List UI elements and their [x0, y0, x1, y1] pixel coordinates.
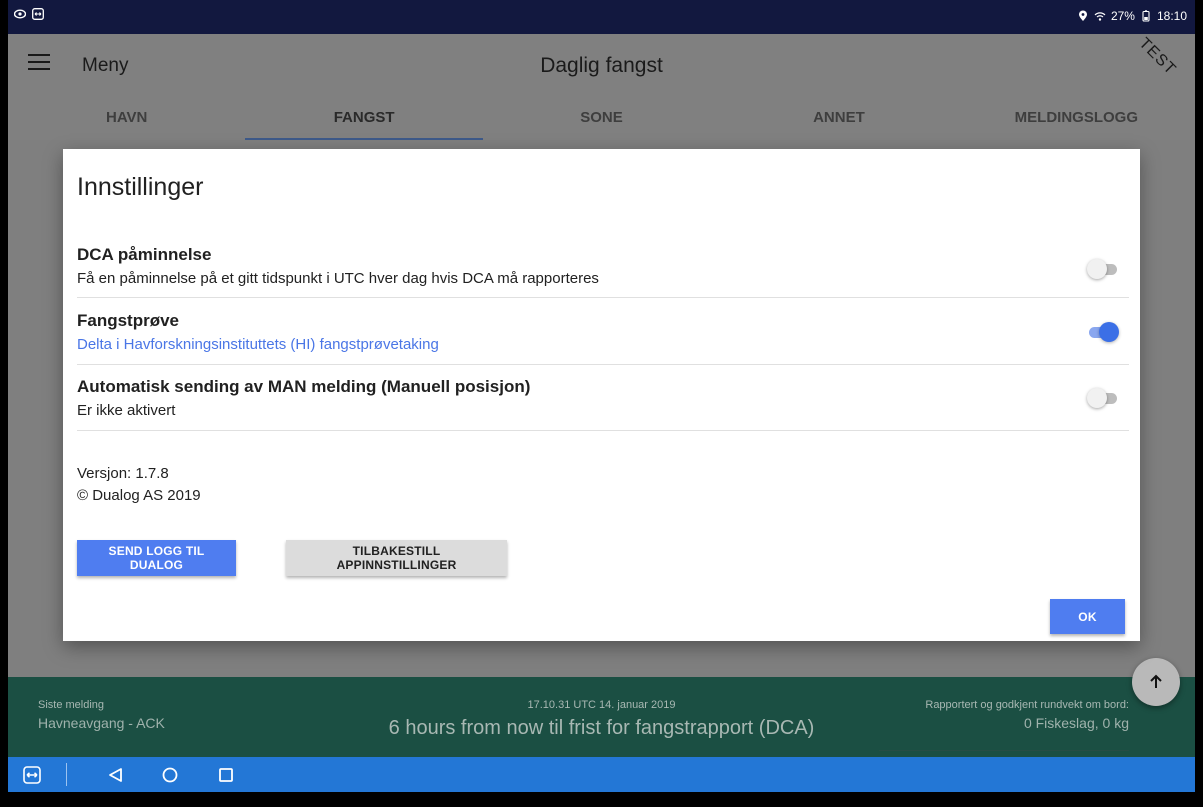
- tab-annet[interactable]: ANNET: [720, 98, 957, 140]
- copyright-text: © Dualog AS 2019: [77, 487, 201, 504]
- system-nav-bar: [8, 757, 1195, 792]
- nav-divider: [66, 763, 67, 786]
- version-info: Versjon: 1.7.8 © Dualog AS 2019: [77, 463, 201, 507]
- reported-value: 0 Fiskeslag, 0 kg: [1023, 715, 1129, 731]
- scroll-up-button[interactable]: [1132, 658, 1180, 706]
- home-icon[interactable]: [160, 765, 180, 785]
- auto-man-message-toggle[interactable]: [1087, 388, 1119, 408]
- reported-label: Rapportert og godkjent rundvekt om bord:: [925, 699, 1129, 711]
- tab-meldingslogg[interactable]: MELDINGSLOGG: [958, 98, 1195, 140]
- arrow-up-icon: [1150, 674, 1162, 688]
- wifi-icon: [1094, 12, 1106, 21]
- dca-reminder-toggle[interactable]: [1087, 259, 1119, 279]
- status-left-icons: [14, 8, 44, 20]
- reset-settings-button[interactable]: TILBAKESTILL APPINNSTILLINGER: [286, 540, 507, 576]
- reported-summary: Rapportert og godkjent rundvekt om bord:…: [925, 699, 1129, 731]
- app-bar: Meny Daglig fangst TEST: [8, 34, 1195, 98]
- teamviewer-icon: [32, 8, 44, 20]
- setting-description: Delta i Havforskningsinstituttets (HI) f…: [77, 336, 439, 353]
- tab-bar: HAVN FANGST SONE ANNET MELDINGSLOGG: [8, 98, 1195, 140]
- page-title: Daglig fangst: [540, 54, 663, 77]
- ok-button[interactable]: OK: [1050, 599, 1125, 634]
- setting-description: Få en påminnelse på et gitt tidspunkt i …: [77, 270, 599, 287]
- setting-auto-man-message[interactable]: Automatisk sending av MAN melding (Manue…: [77, 377, 1129, 431]
- setting-description: Er ikke aktivert: [77, 402, 176, 419]
- battery-icon: [1142, 10, 1150, 22]
- dialog-title: Innstillinger: [77, 173, 204, 201]
- catch-sample-toggle[interactable]: [1087, 322, 1119, 342]
- setting-title: Fangstprøve: [77, 311, 180, 330]
- version-text: Versjon: 1.7.8: [77, 465, 169, 482]
- divider: [879, 750, 1129, 751]
- setting-title: DCA påminnelse: [77, 245, 212, 264]
- setting-catch-sample[interactable]: Fangstprøve Delta i Havforskningsinstitu…: [77, 311, 1129, 365]
- setting-title: Automatisk sending av MAN melding (Manue…: [77, 377, 531, 396]
- tab-fangst[interactable]: FANGST: [245, 98, 484, 140]
- setting-dca-reminder[interactable]: DCA påminnelse Få en påminnelse på et gi…: [77, 245, 1129, 298]
- status-bar: 27% 18:10: [8, 0, 1195, 34]
- tab-sone[interactable]: SONE: [483, 98, 720, 140]
- clock: 18:10: [1156, 9, 1187, 23]
- app-frame: 27% 18:10 Meny Daglig fangst TEST HAVN F…: [8, 0, 1195, 792]
- back-icon[interactable]: [106, 765, 126, 785]
- location-icon: [1078, 10, 1087, 21]
- eye-icon: [14, 9, 26, 19]
- info-bar: Siste melding Havneavgang - ACK 17.10.31…: [8, 677, 1195, 757]
- recents-icon[interactable]: [216, 765, 236, 785]
- teamviewer-nav-icon[interactable]: [22, 765, 42, 785]
- send-log-button[interactable]: SEND LOGG TIL DUALOG: [77, 540, 236, 576]
- settings-dialog: Innstillinger DCA påminnelse Få en påmin…: [63, 149, 1140, 641]
- tab-havn[interactable]: HAVN: [8, 98, 245, 140]
